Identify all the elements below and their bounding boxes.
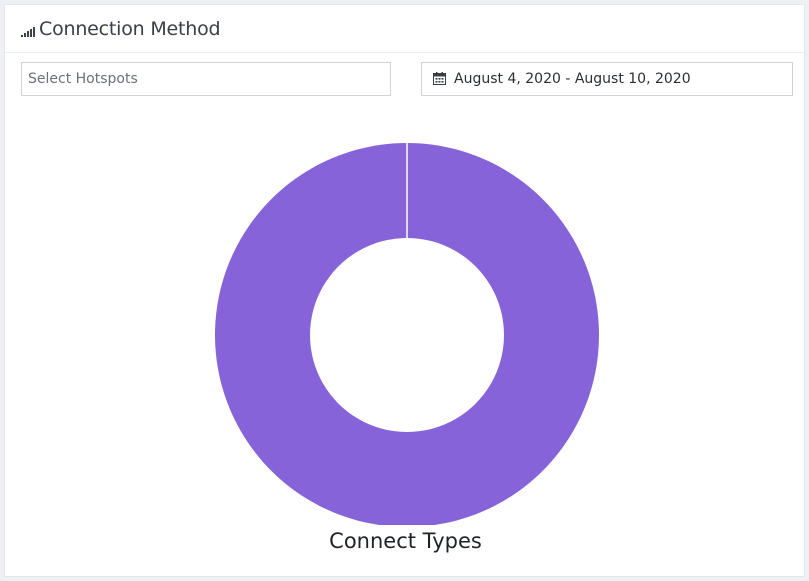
donut-chart-svg xyxy=(215,143,599,525)
calendar-icon xyxy=(433,72,446,85)
date-range-text: August 4, 2020 - August 10, 2020 xyxy=(454,71,691,87)
chart-title: Connect Types xyxy=(329,529,482,553)
panel-title: Connection Method xyxy=(39,18,221,40)
date-range-picker[interactable]: August 4, 2020 - August 10, 2020 xyxy=(421,62,793,96)
hotspot-select-placeholder: Select Hotspots xyxy=(28,71,138,87)
hotspot-select[interactable]: Select Hotspots xyxy=(21,62,391,96)
connect-types-chart: Connect Types xyxy=(5,105,806,575)
panel-header: Connection Method xyxy=(5,5,804,53)
connection-method-panel: Connection Method Select Hotspots August… xyxy=(4,4,805,577)
signal-bars-icon xyxy=(21,27,35,37)
